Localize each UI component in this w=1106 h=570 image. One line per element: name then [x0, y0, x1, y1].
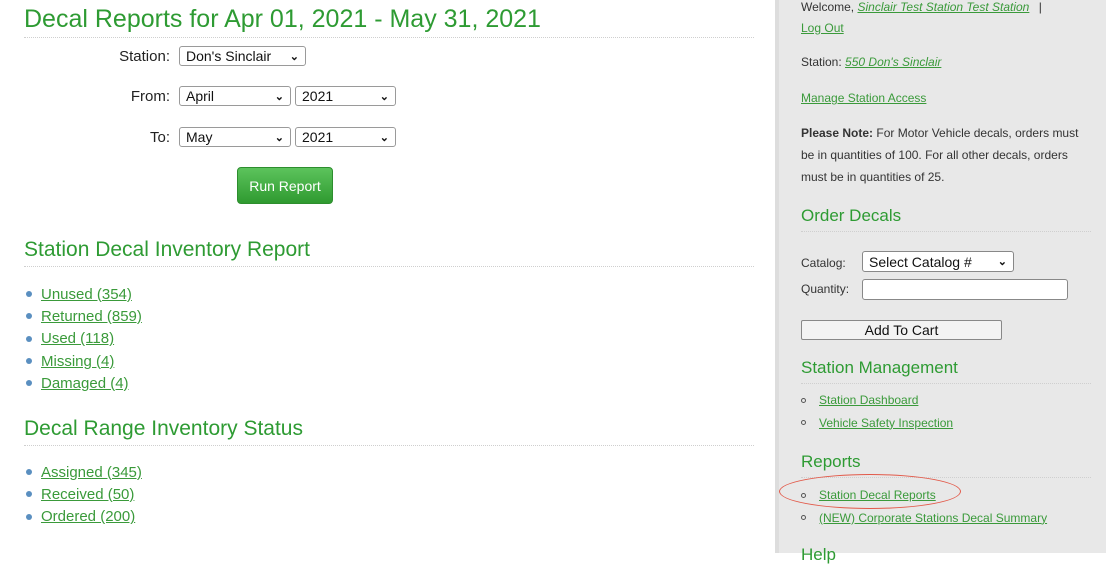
bullet-icon: [26, 335, 32, 342]
ordered-link[interactable]: Ordered (200): [41, 508, 135, 525]
bullet-icon: [26, 358, 32, 365]
note-label: Please Note:: [801, 126, 874, 140]
list-item: Unused (354): [26, 283, 142, 305]
from-row: From: April ⌄ 2021 ⌄: [110, 86, 400, 106]
catalog-select[interactable]: Select Catalog # ⌄: [862, 251, 1014, 272]
quantity-input[interactable]: [862, 279, 1068, 300]
user-name-link[interactable]: Sinclair Test Station Test Station: [857, 0, 1029, 14]
station-select[interactable]: Don's Sinclair ⌄: [179, 46, 306, 66]
received-link[interactable]: Received (50): [41, 486, 134, 503]
station-label: Station:: [119, 47, 170, 65]
from-year-value: 2021: [302, 88, 334, 104]
range-status-title: Decal Range Inventory Status: [24, 417, 754, 446]
sidebar: Welcome, Sinclair Test Station Test Stat…: [775, 0, 1106, 564]
add-to-cart-button[interactable]: Add To Cart: [801, 320, 1002, 340]
bullet-icon: [801, 397, 806, 403]
bullet-icon: [801, 515, 806, 521]
from-month-select[interactable]: April ⌄: [179, 86, 291, 106]
list-item: Received (50): [26, 483, 142, 505]
help-title: Help: [801, 545, 836, 564]
bullet-icon: [26, 469, 32, 476]
list-item: Assigned (345): [26, 461, 142, 483]
quantity-label: Quantity:: [801, 282, 850, 296]
station-decal-reports-link[interactable]: Station Decal Reports: [819, 488, 936, 502]
inventory-report-list: Unused (354) Returned (859) Used (118) M…: [26, 283, 142, 394]
to-year-value: 2021: [302, 129, 334, 145]
chevron-down-icon: ⌄: [274, 131, 284, 144]
run-report-button[interactable]: Run Report: [237, 167, 333, 204]
chevron-down-icon: ⌄: [379, 90, 389, 103]
list-item: Damaged (4): [26, 372, 142, 394]
station-select-value: Don's Sinclair: [186, 48, 272, 64]
bullet-icon: [26, 291, 32, 298]
to-month-select[interactable]: May ⌄: [179, 127, 291, 147]
missing-link[interactable]: Missing (4): [41, 353, 114, 370]
page-title: Decal Reports for Apr 01, 2021 - May 31,…: [24, 4, 754, 38]
assigned-link[interactable]: Assigned (345): [41, 464, 142, 481]
damaged-link[interactable]: Damaged (4): [41, 375, 129, 392]
bullet-icon: [26, 313, 32, 320]
station-link[interactable]: 550 Don's Sinclair: [845, 55, 941, 69]
station-line: Station: 550 Don's Sinclair: [801, 55, 941, 69]
list-item: Station Dashboard: [801, 389, 953, 412]
chevron-down-icon: ⌄: [379, 131, 389, 144]
chevron-down-icon: ⌄: [274, 90, 284, 103]
bullet-icon: [801, 492, 806, 498]
from-month-value: April: [186, 88, 215, 104]
order-decals-title: Order Decals: [801, 206, 1091, 232]
vehicle-safety-inspection-link[interactable]: Vehicle Safety Inspection: [819, 416, 953, 430]
corporate-stations-decal-summary-link[interactable]: (NEW) Corporate Stations Decal Summary: [819, 511, 1047, 525]
to-month-value: May: [186, 129, 213, 145]
manage-station-access-link[interactable]: Manage Station Access: [801, 91, 926, 105]
list-item: Missing (4): [26, 350, 142, 372]
reports-title: Reports: [801, 452, 1091, 478]
logout-link[interactable]: Log Out: [801, 21, 844, 35]
welcome-line: Welcome, Sinclair Test Station Test Stat…: [801, 0, 1042, 14]
station-management-list: Station Dashboard Vehicle Safety Inspect…: [801, 389, 953, 434]
station-dashboard-link[interactable]: Station Dashboard: [819, 393, 918, 407]
list-item: Returned (859): [26, 305, 142, 327]
station-row: Station: Don's Sinclair ⌄: [110, 46, 310, 66]
from-year-select[interactable]: 2021 ⌄: [295, 86, 396, 106]
station-management-title: Station Management: [801, 358, 1091, 384]
chevron-down-icon: ⌄: [997, 256, 1007, 268]
returned-link[interactable]: Returned (859): [41, 308, 142, 325]
list-item: Station Decal Reports: [801, 484, 1047, 507]
chevron-down-icon: ⌄: [289, 50, 299, 63]
catalog-select-value: Select Catalog #: [869, 253, 972, 270]
inventory-report-title: Station Decal Inventory Report: [24, 238, 754, 267]
catalog-label: Catalog:: [801, 256, 846, 270]
unused-link[interactable]: Unused (354): [41, 286, 132, 303]
to-label: To:: [149, 128, 170, 146]
from-label: From:: [130, 87, 170, 105]
used-link[interactable]: Used (118): [41, 330, 114, 347]
bullet-icon: [801, 420, 806, 426]
to-year-select[interactable]: 2021 ⌄: [295, 127, 396, 147]
list-item: Vehicle Safety Inspection: [801, 412, 953, 435]
separator: |: [1038, 0, 1042, 14]
bullet-icon: [26, 491, 32, 498]
bullet-icon: [26, 380, 32, 387]
list-item: Ordered (200): [26, 506, 142, 528]
order-note: Please Note: For Motor Vehicle decals, o…: [801, 122, 1091, 188]
range-status-list: Assigned (345) Received (50) Ordered (20…: [26, 461, 142, 528]
bullet-icon: [26, 513, 32, 520]
reports-list: Station Decal Reports (NEW) Corporate St…: [801, 484, 1047, 529]
list-item: Used (118): [26, 328, 142, 350]
main-content: Decal Reports for Apr 01, 2021 - May 31,…: [0, 0, 775, 553]
station-prefix: Station:: [801, 55, 842, 69]
list-item: (NEW) Corporate Stations Decal Summary: [801, 507, 1047, 530]
to-row: To: May ⌄ 2021 ⌄: [110, 127, 400, 147]
welcome-label: Welcome,: [801, 0, 855, 14]
